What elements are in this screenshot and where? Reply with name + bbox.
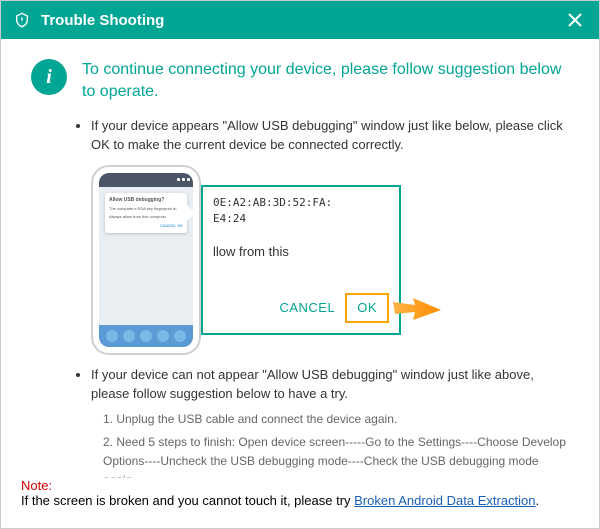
fingerprint-line2: E4:24 xyxy=(213,211,389,228)
shield-icon xyxy=(13,11,31,29)
dialog-title: Trouble Shooting xyxy=(41,12,563,29)
phone-mockup: Allow USB debugging? The computer's RSA … xyxy=(91,165,201,355)
ok-button-illustration: OK xyxy=(345,293,389,323)
header-text: To continue connecting your device, plea… xyxy=(82,59,569,104)
allow-text: llow from this xyxy=(213,242,389,262)
footer-note: Note: If the screen is broken and you ca… xyxy=(1,478,599,528)
fingerprint-line1: 0E:A2:AB:3D:52:FA: xyxy=(213,195,389,212)
note-label: Note: xyxy=(21,478,52,493)
titlebar: Trouble Shooting xyxy=(1,1,599,39)
instruction-list: If your device appears "Allow USB debugg… xyxy=(31,116,569,478)
substep-1: 1. Unplug the USB cable and connect the … xyxy=(103,410,569,429)
info-icon: i xyxy=(31,59,67,95)
close-button[interactable] xyxy=(563,8,587,32)
phone-dialog-actions: CANCEL OK xyxy=(109,223,183,229)
phone-dialog-title: Allow USB debugging? xyxy=(109,197,183,205)
cancel-button-illustration: CANCEL xyxy=(279,298,335,318)
substep-2: 2. Need 5 steps to finish: Open device s… xyxy=(103,433,569,478)
instruction-2-text: If your device can not appear "Allow USB… xyxy=(91,367,534,402)
phone-statusbar xyxy=(99,173,193,187)
phone-dock xyxy=(99,325,193,347)
instruction-1-text: If your device appears "Allow USB debugg… xyxy=(91,118,563,153)
phone-dialog-check: Always allow from this computer xyxy=(109,214,183,220)
sub-steps: 1. Unplug the USB cable and connect the … xyxy=(91,410,569,478)
broken-android-link[interactable]: Broken Android Data Extraction xyxy=(354,493,535,508)
note-text: If the screen is broken and you cannot t… xyxy=(21,493,354,508)
note-after: . xyxy=(536,493,540,508)
troubleshooting-dialog: Trouble Shooting i To continue connectin… xyxy=(0,0,600,529)
phone-dialog-body: The computer's RSA key fingerprint is: xyxy=(109,206,183,212)
content-area: i To continue connecting your device, pl… xyxy=(1,39,599,478)
instruction-item-1: If your device appears "Allow USB debugg… xyxy=(91,116,569,355)
phone-dialog-bubble: Allow USB debugging? The computer's RSA … xyxy=(105,193,187,234)
instruction-item-2: If your device can not appear "Allow USB… xyxy=(91,365,569,478)
pointer-arrow-icon xyxy=(391,292,441,327)
illustration: Allow USB debugging? The computer's RSA … xyxy=(91,165,569,355)
usb-debugging-callout: 0E:A2:AB:3D:52:FA: E4:24 llow from this … xyxy=(201,185,401,335)
